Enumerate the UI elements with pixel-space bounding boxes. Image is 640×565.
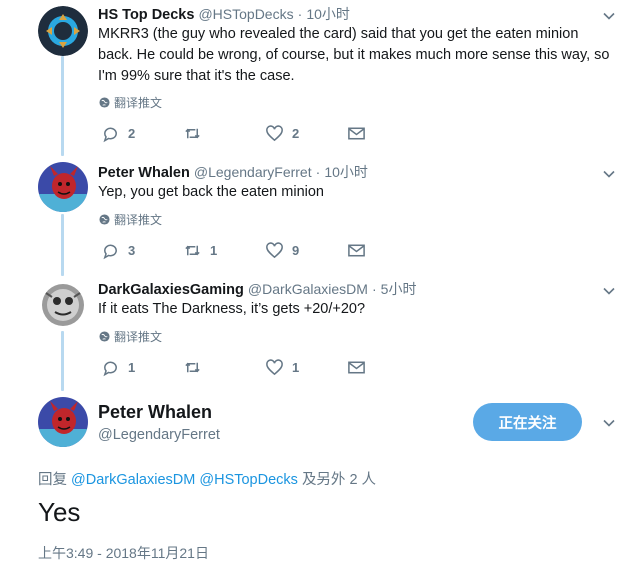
reply-icon [103,127,117,143]
tweet-text: If it eats The Darkness, it’s gets +20/+… [98,301,366,317]
globe-icon [99,97,110,108]
heart-icon [266,359,283,376]
reply-button[interactable]: 2 [101,124,183,143]
user-handle[interactable]: @LegendaryFerret [98,427,220,443]
like-button[interactable]: 2 [265,124,347,143]
user-handle[interactable]: @DarkGalaxiesDM [248,281,368,297]
thread-line [61,331,64,391]
translate-link[interactable]: 翻译推文 [99,328,162,345]
chevron-down-icon[interactable] [602,167,616,181]
user-handle[interactable]: @LegendaryFerret [194,164,312,180]
tweet-header: Peter Whalen @LegendaryFerret · 10小时 [98,162,368,182]
tweet-header: HS Top Decks @HSTopDecks · 10小时 [98,4,350,24]
message-button[interactable] [347,358,377,377]
avatar[interactable] [38,162,88,212]
avatar[interactable] [38,6,88,56]
translate-link[interactable]: 翻译推文 [99,94,162,111]
mail-icon [348,361,365,374]
tweet-timestamp[interactable]: 上午3:49 - 2018年11月21日 [38,543,209,563]
heart-icon [266,242,283,259]
display-name[interactable]: HS Top Decks [98,7,194,23]
retweet-icon [185,128,200,139]
like-count: 2 [292,126,300,141]
like-button[interactable]: 1 [265,358,347,377]
globe-icon [99,331,110,342]
tweet-actions: 2 2 [101,124,377,143]
tweet-text: MKRR3 (the guy who revealed the card) sa… [98,26,610,84]
retweet-count: 1 [210,243,218,258]
separator-dot: · [297,6,303,22]
reply-icon [103,361,117,377]
separator-dot: · [315,164,321,180]
tweet-time[interactable]: 10小时 [324,164,368,180]
separator-dot: · [371,281,377,297]
heart-icon [266,125,283,142]
like-button[interactable]: 9 [265,241,347,260]
translate-label[interactable]: 翻译推文 [114,328,162,345]
mention-link[interactable]: @HSTopDecks [199,472,298,488]
retweet-button[interactable] [183,124,265,143]
like-count: 1 [292,360,300,375]
retweet-button[interactable] [183,358,265,377]
reply-icon [103,244,117,260]
reply-button[interactable]: 3 [101,241,183,260]
tweet-actions: 3 1 9 [101,241,377,260]
chevron-down-icon[interactable] [602,284,616,298]
retweet-icon [185,245,200,256]
message-button[interactable] [347,124,377,143]
translate-label[interactable]: 翻译推文 [114,94,162,111]
translate-label[interactable]: 翻译推文 [114,211,162,228]
tweet-text: Yes [38,497,81,527]
avatar[interactable] [38,397,88,447]
tweet-actions: 1 1 [101,358,377,377]
tweet-time[interactable]: 10小时 [306,6,350,22]
chevron-down-icon[interactable] [602,416,616,430]
display-name[interactable]: Peter Whalen [98,165,190,181]
retweet-icon [185,362,200,373]
thread-line [61,56,64,156]
tweet-header: DarkGalaxiesGaming @DarkGalaxiesDM · 5小时 [98,279,416,299]
user-handle[interactable]: @HSTopDecks [198,6,293,22]
reply-suffix[interactable]: 及另外 2 人 [302,472,376,488]
tweet-text: Yep, you get back the eaten minion [98,184,324,200]
translate-link[interactable]: 翻译推文 [99,211,162,228]
tweet-time[interactable]: 5小时 [381,281,417,297]
display-name[interactable]: DarkGalaxiesGaming [98,282,244,298]
mention-link[interactable]: @DarkGalaxiesDM [71,472,195,488]
reply-prefix: 回复 [38,472,67,488]
thread-line [61,214,64,276]
following-button[interactable]: 正在关注 [473,403,582,441]
like-count: 9 [292,243,300,258]
retweet-button[interactable]: 1 [183,241,265,260]
reply-count: 1 [128,360,136,375]
mail-icon [348,127,365,140]
reply-button[interactable]: 1 [101,358,183,377]
message-button[interactable] [347,241,377,260]
replying-to: 回复 @DarkGalaxiesDM @HSTopDecks 及另外 2 人 [38,468,376,489]
mail-icon [348,244,365,257]
chevron-down-icon[interactable] [602,9,616,23]
avatar[interactable] [38,279,88,329]
reply-count: 3 [128,243,136,258]
reply-count: 2 [128,126,136,141]
globe-icon [99,214,110,225]
display-name[interactable]: Peter Whalen [98,402,212,423]
